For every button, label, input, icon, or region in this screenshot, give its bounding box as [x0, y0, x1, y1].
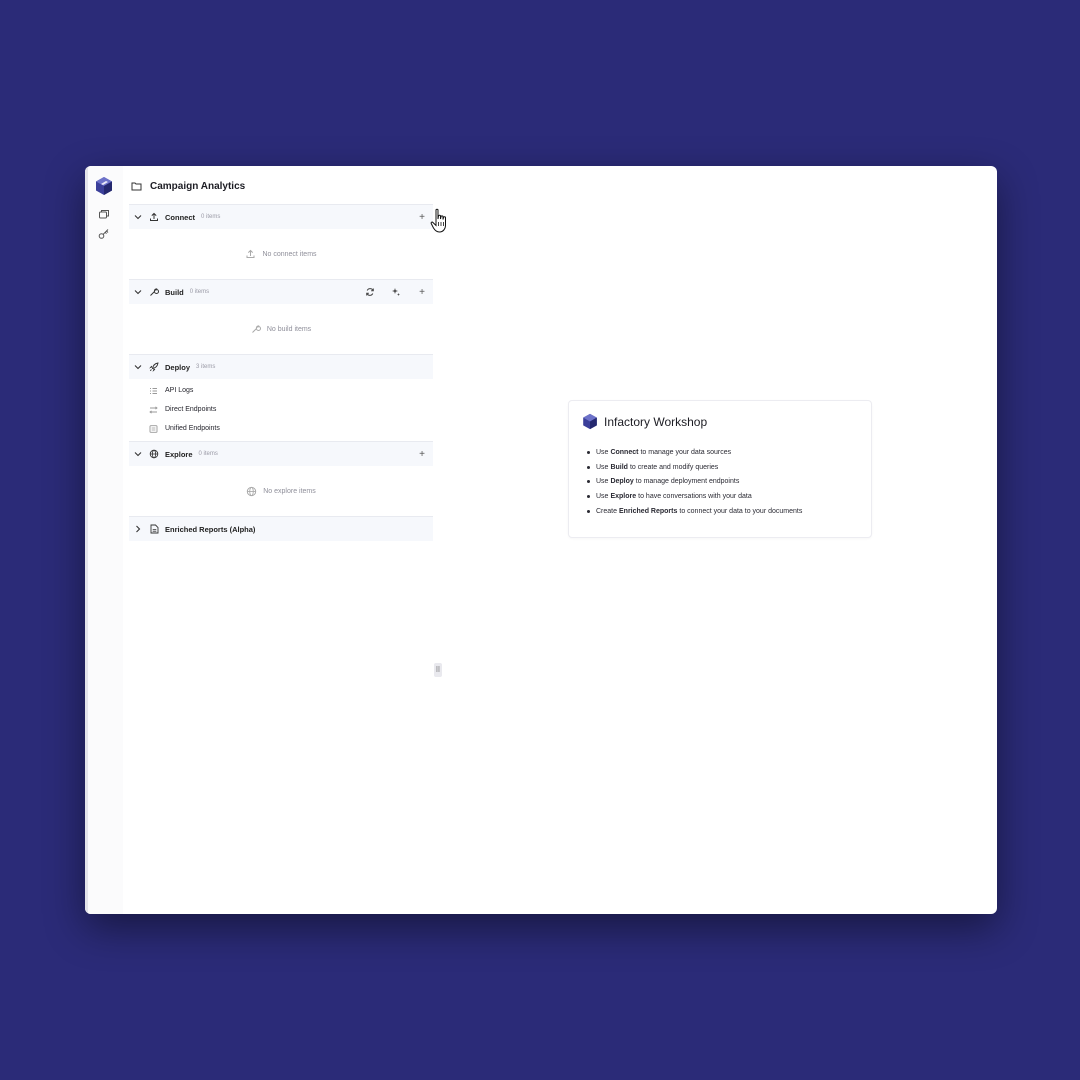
build-section: Build 0 items + No build items — [129, 279, 433, 354]
document-icon — [149, 424, 159, 433]
rail-edge — [85, 166, 88, 914]
upload-icon — [246, 249, 255, 258]
wrench-icon — [251, 325, 261, 333]
build-title: Build — [165, 287, 184, 297]
explore-section: Explore 0 items + No explore items — [129, 441, 433, 516]
add-explore-button[interactable]: + — [415, 447, 429, 461]
build-empty-text: No build items — [266, 325, 312, 333]
folder-icon — [131, 182, 142, 191]
deploy-item-unified-endpoints[interactable]: Unified Endpoints — [129, 419, 433, 438]
key-icon[interactable] — [98, 228, 110, 240]
welcome-list: Use Connect to manage your data sources Us… — [587, 445, 802, 518]
reports-section: Enriched Reports (Alpha) — [129, 516, 433, 541]
welcome-title: Infactory Workshop — [604, 414, 708, 429]
connect-empty-state: No connect items — [129, 229, 433, 279]
chevron-down-icon[interactable] — [133, 287, 143, 297]
welcome-line: Use Deploy to manage deployment endpoints — [587, 474, 802, 489]
deploy-count: 3 items — [196, 364, 216, 370]
build-empty-state: No build items — [129, 304, 433, 354]
welcome-line: Use Explore to have conversations with you… — [587, 489, 802, 504]
deploy-item-api-logs[interactable]: API Logs — [129, 381, 433, 400]
deploy-title: Deploy — [165, 362, 191, 372]
globe-icon — [247, 486, 257, 496]
build-count: 0 items — [189, 289, 210, 295]
chevron-right-icon[interactable] — [133, 524, 143, 534]
icon-rail — [85, 166, 123, 914]
deploy-item-label: API Logs — [165, 387, 194, 394]
explore-empty-text: No explore items — [263, 487, 316, 495]
connect-count: 0 items — [201, 214, 221, 220]
welcome-card: Infactory Workshop Use Connect to manage y… — [568, 400, 872, 538]
welcome-line: Use Build to create and modify queries — [587, 460, 802, 475]
project-header: Campaign Analytics — [131, 178, 245, 194]
welcome-title-row: Infactory Workshop — [582, 413, 707, 430]
connect-section: Connect 0 items + No connect items — [129, 204, 433, 279]
reports-title: Enriched Reports (Alpha) — [165, 524, 256, 534]
sparkle-icon — [392, 288, 400, 296]
refresh-icon — [366, 288, 374, 296]
upload-icon — [149, 212, 159, 222]
add-build-button[interactable]: + — [415, 285, 429, 299]
explore-section-header[interactable]: Explore 0 items + — [129, 442, 433, 466]
explore-title: Explore — [165, 449, 193, 459]
deploy-item-direct-endpoints[interactable]: Direct Endpoints — [129, 400, 433, 419]
chevron-down-icon[interactable] — [133, 449, 143, 459]
report-icon — [149, 524, 159, 534]
workflow-panel: Connect 0 items + No connect items Build — [129, 204, 433, 541]
app-window: Campaign Analytics Connect 0 items + No … — [85, 166, 997, 914]
projects-icon[interactable] — [98, 209, 110, 221]
connect-section-header[interactable]: Connect 0 items + — [129, 205, 433, 229]
connect-title: Connect — [165, 212, 195, 222]
explore-count: 0 items — [198, 451, 218, 457]
list-icon — [149, 387, 159, 395]
deploy-item-label: Unified Endpoints — [165, 425, 220, 432]
generate-button[interactable] — [389, 285, 403, 299]
welcome-line: Use Connect to manage your data sources — [587, 445, 802, 460]
explore-empty-state: No explore items — [129, 466, 433, 516]
deploy-item-label: Direct Endpoints — [165, 406, 217, 413]
connect-empty-text: No connect items — [262, 250, 317, 258]
deploy-section-header[interactable]: Deploy 3 items — [129, 355, 433, 379]
project-title: Campaign Analytics — [150, 180, 246, 192]
wrench-icon — [149, 287, 159, 297]
hand-cursor-icon — [430, 208, 446, 233]
reports-section-header[interactable]: Enriched Reports (Alpha) — [129, 517, 433, 541]
chevron-down-icon[interactable] — [133, 362, 143, 372]
build-section-header[interactable]: Build 0 items + — [129, 280, 433, 304]
rocket-icon — [149, 362, 159, 372]
cube-logo-icon — [583, 413, 597, 430]
deploy-section: Deploy 3 items API Logs Direct Endpoints — [129, 354, 433, 438]
globe-icon — [149, 449, 159, 459]
refresh-button[interactable] — [363, 285, 377, 299]
deploy-item-list: API Logs Direct Endpoints Unified Endpoi… — [129, 379, 433, 438]
add-connect-button[interactable]: + — [415, 210, 429, 224]
resize-handle[interactable]: ⠿ — [434, 663, 442, 677]
endpoint-icon — [149, 405, 159, 414]
chevron-down-icon[interactable] — [133, 212, 143, 222]
welcome-line: Create Enriched Reports to connect your da… — [587, 504, 802, 519]
cube-logo-icon[interactable] — [95, 176, 113, 196]
